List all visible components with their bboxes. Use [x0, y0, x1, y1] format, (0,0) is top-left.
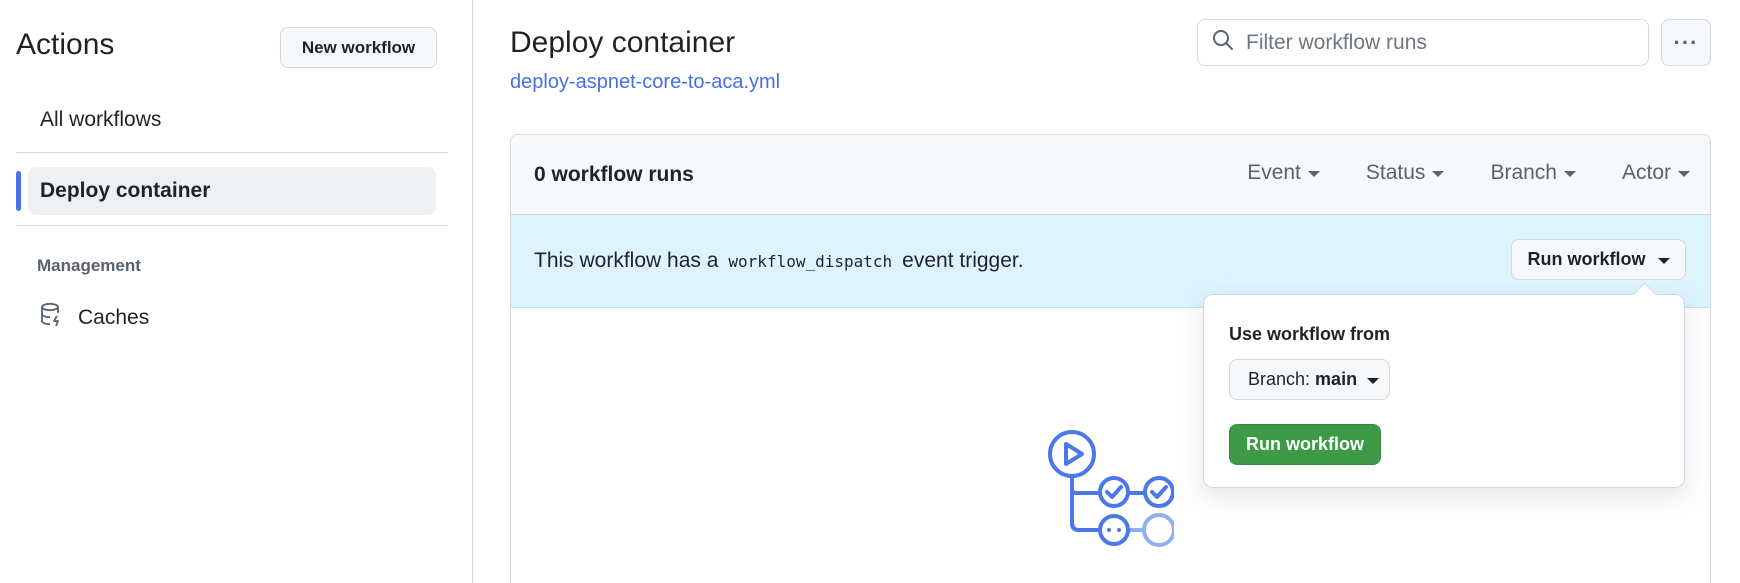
sidebar-section-heading: Management	[37, 256, 141, 275]
caches-label: Caches	[78, 306, 150, 329]
sidebar-title: Actions	[16, 28, 115, 61]
run-workflow-popover: Use workflow from Branch: main Run workf…	[1203, 294, 1685, 488]
filter-event-dropdown[interactable]: Event	[1247, 161, 1320, 185]
runs-header: 0 workflow runs Event Status Branch Acto…	[511, 135, 1710, 215]
filter-actor-dropdown[interactable]: Actor	[1622, 161, 1690, 185]
runs-filters: Event Status Branch Actor	[1247, 161, 1690, 185]
page-title: Deploy container	[510, 26, 736, 59]
sidebar-item-caches[interactable]: Caches	[28, 294, 436, 342]
active-indicator	[16, 171, 21, 211]
run-workflow-submit-button[interactable]: Run workflow	[1229, 424, 1381, 465]
caret-down-icon	[1432, 171, 1445, 177]
kebab-horizontal-icon: ···	[1673, 29, 1699, 55]
caret-down-icon	[1678, 171, 1690, 177]
sidebar-divider	[16, 152, 448, 153]
search-input[interactable]	[1246, 30, 1626, 55]
run-workflow-dropdown-button[interactable]: Run workflow	[1511, 239, 1686, 280]
banner-code: workflow_dispatch	[728, 251, 893, 271]
branch-prefix: Branch:	[1248, 369, 1311, 389]
runs-count: 0 workflow runs	[534, 163, 694, 186]
filter-status-label: Status	[1365, 161, 1426, 184]
workflow-graph-icon	[1044, 425, 1176, 560]
branch-value: main	[1315, 369, 1358, 389]
caret-down-icon	[1563, 171, 1576, 177]
filter-actor-label: Actor	[1621, 161, 1671, 184]
filter-branch-dropdown[interactable]: Branch	[1490, 161, 1576, 185]
more-options-button[interactable]: ···	[1661, 19, 1711, 66]
search-icon	[1212, 29, 1234, 56]
banner-text-before: This workflow has a	[534, 249, 719, 272]
database-cache-icon	[40, 302, 78, 334]
caret-down-icon	[1657, 257, 1670, 264]
filter-workflow-runs[interactable]	[1197, 19, 1649, 66]
sidebar-item-all-workflows[interactable]: All workflows	[28, 96, 436, 144]
popover-label: Use workflow from	[1229, 324, 1391, 344]
sidebar-divider	[16, 225, 448, 226]
branch-select-button[interactable]: Branch: main	[1229, 359, 1390, 400]
caret-down-icon	[1367, 377, 1380, 384]
new-workflow-button[interactable]: New workflow	[280, 27, 437, 68]
workflow-file-link[interactable]: deploy-aspnet-core-to-aca.yml	[510, 71, 780, 94]
filter-status-dropdown[interactable]: Status	[1366, 161, 1445, 185]
banner-text: This workflow has a workflow_dispatch ev…	[534, 249, 1024, 273]
caret-down-icon	[1307, 171, 1320, 177]
banner-text-after: event trigger.	[902, 249, 1024, 272]
run-workflow-label: Run workflow	[1527, 249, 1646, 269]
filter-branch-label: Branch	[1490, 161, 1557, 184]
filter-event-label: Event	[1247, 161, 1301, 184]
sidebar: Actions New workflow All workflows Deplo…	[0, 0, 473, 583]
sidebar-item-deploy-container[interactable]: Deploy container	[28, 167, 436, 215]
